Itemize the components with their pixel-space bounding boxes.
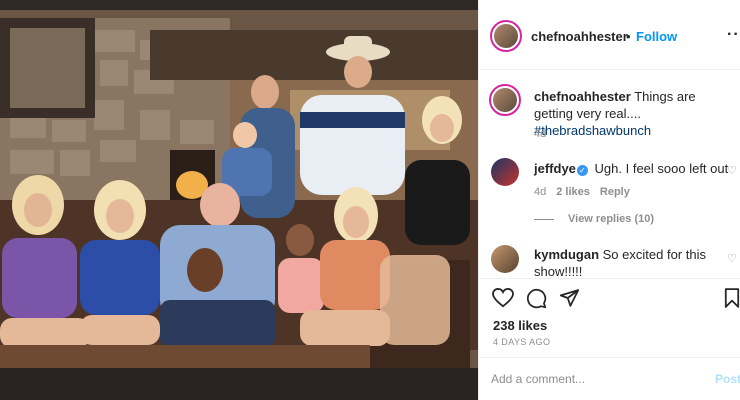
post-header: chefnoahhester • Follow ··· [479, 0, 740, 70]
follow-button[interactable]: Follow [636, 29, 677, 44]
comment: jeffdye ✓ Ugh. I feel sooo left out [534, 160, 729, 177]
likes-count[interactable]: 238 likes [493, 318, 547, 333]
add-comment-bar: Post [479, 357, 740, 400]
actions-divider [479, 278, 740, 279]
comment-reply-button[interactable]: Reply [600, 186, 630, 198]
caption-avatar[interactable] [489, 84, 521, 116]
author-avatar[interactable] [490, 20, 522, 52]
comment-icon[interactable] [526, 288, 547, 309]
comment-username[interactable]: jeffdye [534, 161, 576, 176]
comment-text: Ugh. I feel sooo left out [594, 161, 729, 176]
author-username[interactable]: chefnoahhester [531, 29, 628, 44]
comment-like-icon[interactable]: ♡ [727, 252, 737, 265]
caption: chefnoahhester Things are getting very r… [534, 88, 734, 139]
heart-icon[interactable] [492, 288, 514, 308]
post-comment-button[interactable]: Post [715, 372, 740, 386]
comment: kymdugan So excited for this show!!!!! [534, 246, 714, 280]
post-details-panel: chefnoahhester • Follow ··· chefnoahhest… [478, 0, 740, 400]
caption-timestamp[interactable]: 4d [534, 128, 546, 140]
view-replies-button[interactable]: View replies (10) [534, 213, 654, 225]
more-options-icon[interactable]: ··· [727, 26, 740, 44]
view-replies-label: View replies (10) [568, 213, 655, 225]
comment-like-icon[interactable]: ♡ [727, 164, 737, 177]
share-icon[interactable] [559, 288, 580, 308]
replies-divider [534, 218, 554, 220]
post-photo [0, 0, 478, 400]
verified-badge-icon: ✓ [576, 165, 588, 176]
add-comment-input[interactable] [491, 370, 691, 388]
comment-likes-count[interactable]: 2 likes [556, 186, 590, 198]
bookmark-icon[interactable] [724, 288, 740, 308]
caption-hashtag[interactable]: #thebradshawbunch [534, 123, 651, 138]
comment-username[interactable]: kymdugan [534, 247, 599, 262]
separator-dot: • [626, 29, 631, 44]
comment-avatar[interactable] [491, 158, 519, 186]
family-photo-image [0, 0, 478, 400]
post-date[interactable]: 4 DAYS AGO [493, 337, 550, 347]
comment-meta: 4d 2 likes Reply [534, 186, 630, 198]
comment-avatar[interactable] [491, 245, 519, 273]
comment-timestamp[interactable]: 4d [534, 186, 546, 198]
caption-username[interactable]: chefnoahhester [534, 89, 631, 104]
